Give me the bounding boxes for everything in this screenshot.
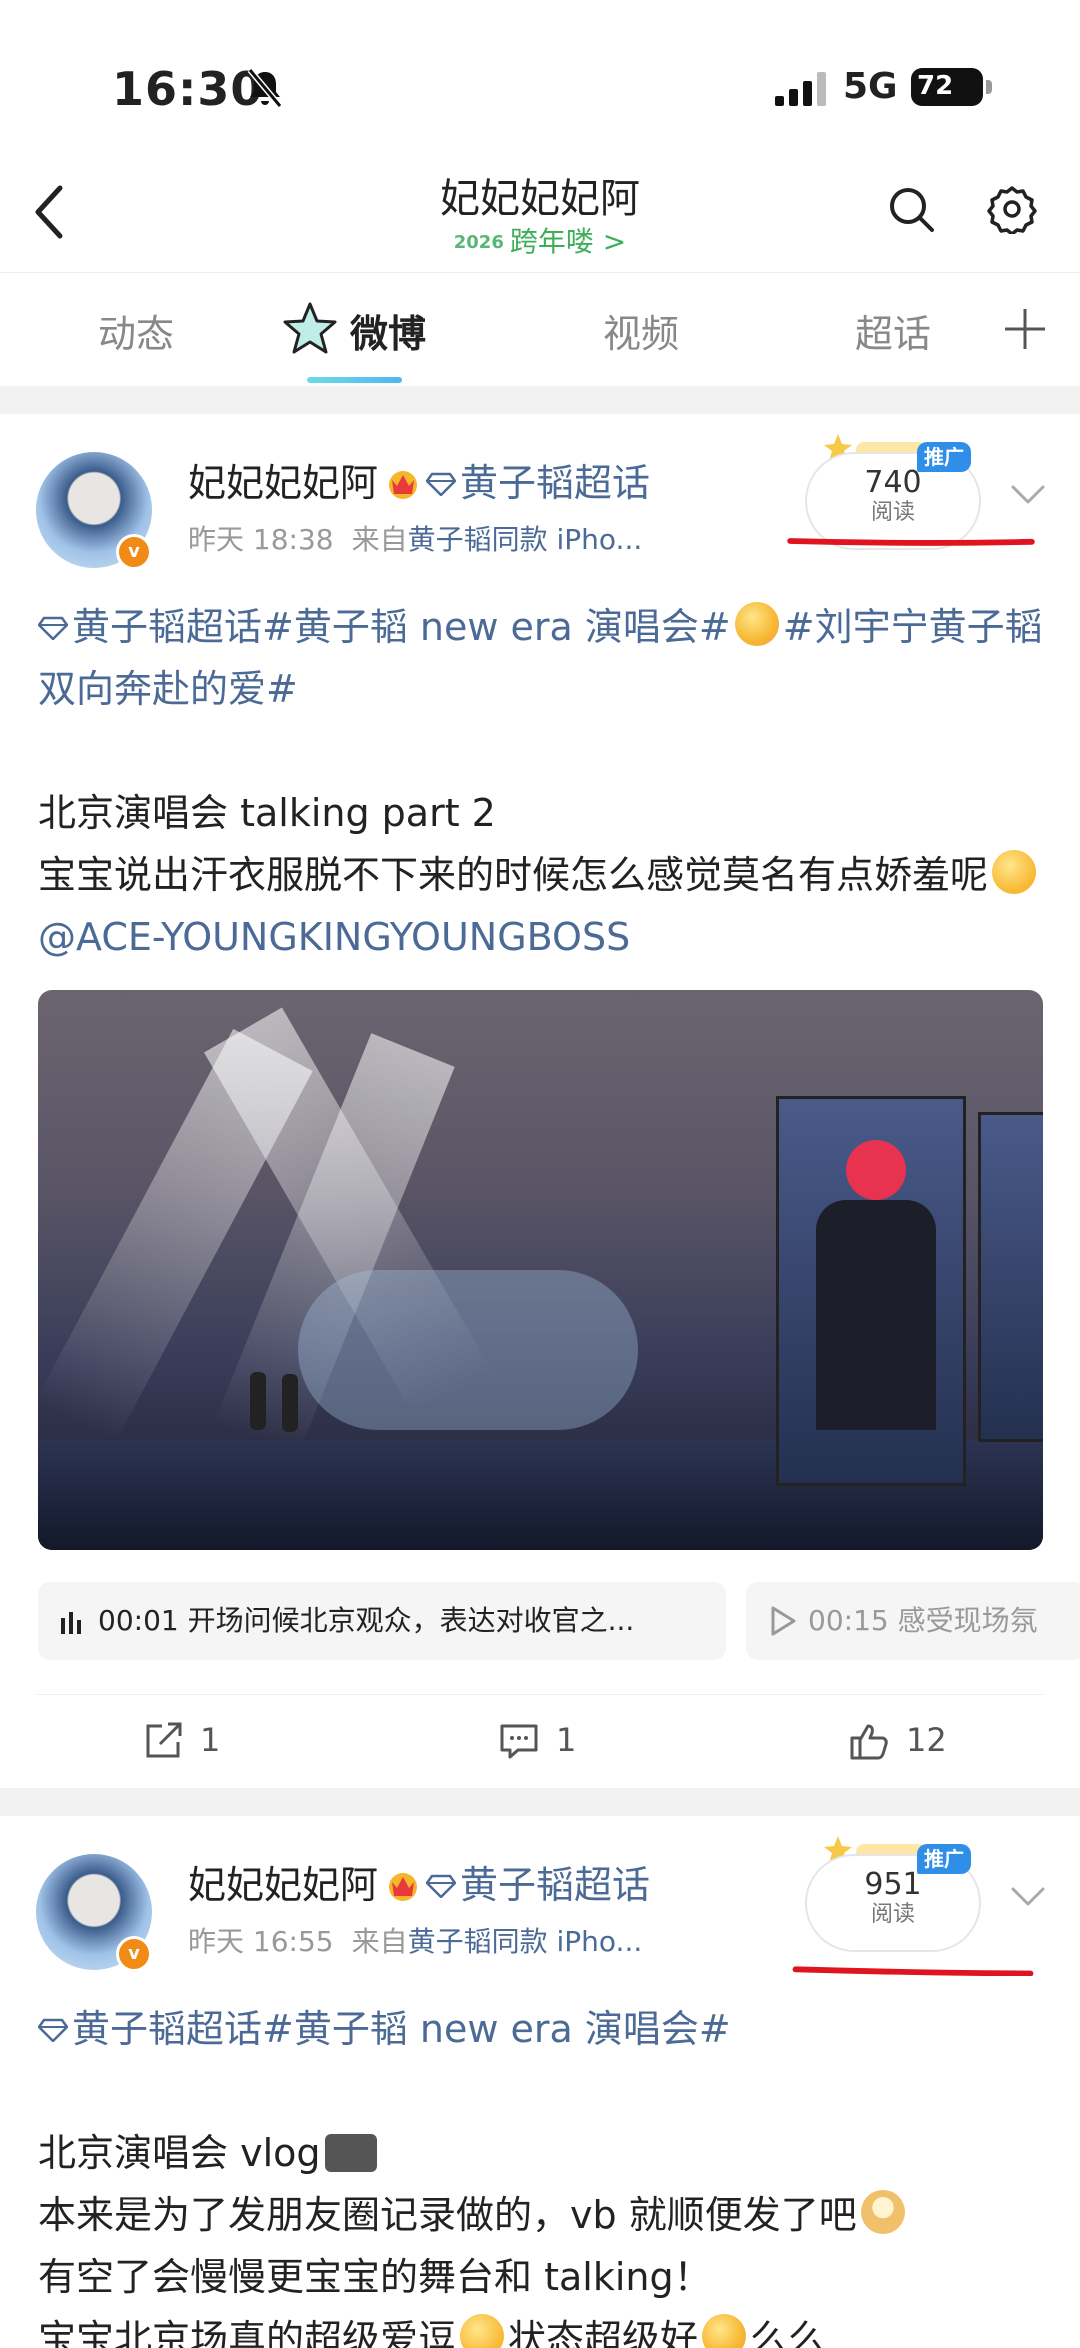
tab-weibo[interactable]: 微博 [350,303,426,358]
nav-bar: 妃妃妃妃阿 2026 跨年喽 > [0,160,1080,270]
verified-badge-icon: v [116,1936,152,1972]
post-line: 么么 [750,2317,827,2348]
promote-tag[interactable]: 推广 [917,442,971,472]
gear-icon[interactable] [987,184,1037,234]
repost-count: 1 [200,1721,221,1759]
audio-bars-icon [61,1612,81,1634]
stage-screen [978,1112,1043,1442]
dog-emoji-icon [860,2190,905,2234]
chapter-label: 00:01 开场问候北京观众，表达对收官之... [98,1604,635,1637]
share-icon [146,1722,182,1758]
post-meta: 昨天 18:38 来自黄子韬同款 iPho... [188,518,642,558]
chapter-item[interactable]: 00:15 感受现场氛 [746,1582,1080,1660]
crown-icon [389,1873,418,1901]
stage-smoke [298,1270,638,1430]
source-prefix: 来自 [351,523,408,556]
mention-link[interactable]: @ACE-YOUNGKINGYOUNGBOSS [38,915,630,959]
read-label: 阅读 [870,500,915,525]
post-source[interactable]: 黄子韬同款 iPho... [408,1925,643,1958]
divider [36,1694,1044,1695]
source-prefix: 来自 [351,1925,408,1958]
signal-icon [775,72,826,106]
active-tab-indicator [307,377,402,383]
battery-cap [986,80,992,94]
section-gap [0,386,1080,414]
red-annotation-stroke [787,538,1035,546]
super-topic-link[interactable]: 黄子韬超话 [460,461,650,505]
blushing-emoji-icon [702,2314,747,2348]
face-emoji-icon [460,2314,505,2348]
post-text: 黄子韬超话#黄子韬 new era 演唱会# 北京演唱会 vlog 本来是为了发… [38,1998,1048,2348]
post-line: 宝宝北京场真的超级爱逗 [38,2317,457,2348]
star-icon [283,302,337,354]
tab-super-topic[interactable]: 超话 [855,303,931,358]
performer-figure [282,1374,298,1432]
post-line: 本来是为了发朋友圈记录做的，vb 就顺便发了吧 [38,2193,857,2237]
screen-singer [846,1140,906,1200]
post-line: 北京演唱会 talking part 2 [38,791,496,835]
tab-bar: 动态 微博 视频 超话 [0,272,1080,385]
post-author[interactable]: 妃妃妃妃阿 黄子韬超话 [188,452,650,507]
chevron-down-icon[interactable] [1010,1886,1046,1908]
search-icon[interactable] [886,184,936,234]
promote-tag[interactable]: 推广 [917,1844,971,1874]
battery-icon: 72 [911,68,983,106]
video-thumbnail[interactable] [38,990,1043,1550]
post-meta: 昨天 16:55 来自黄子韬同款 iPho... [188,1920,642,1960]
status-bar: 16:30 5G 72 [0,0,1080,160]
section-gap [0,1788,1080,1816]
post-time: 昨天 16:55 [188,1925,334,1958]
chapter-label: 00:15 感受现场氛 [808,1604,1038,1637]
username: 妃妃妃妃阿 [188,1863,379,1907]
blushing-emoji-icon [734,602,779,646]
tab-video[interactable]: 视频 [603,303,679,358]
post-line: 状态超级好 [508,2317,699,2348]
play-icon [771,1606,796,1636]
post-card: v 妃妃妃妃阿 黄子韬超话 昨天 16:55 来自黄子韬同款 iPho... 951… [0,1816,1080,2348]
diamond-icon [38,616,68,640]
like-count: 12 [906,1721,947,1759]
diamond-icon [38,2018,68,2042]
chapter-item[interactable]: 00:01 开场问候北京观众，表达对收官之... [38,1582,726,1660]
screen-singer [816,1200,936,1430]
post-time: 昨天 18:38 [188,523,334,556]
camera-emoji-icon [324,2134,377,2172]
shy-face-emoji-icon [992,850,1037,894]
status-time: 16:30 [112,62,264,116]
read-label: 阅读 [870,1902,915,1927]
post-line: 宝宝说出汗衣服脱不下来的时候怎么感觉莫名有点娇羞呢 [38,853,989,897]
verified-badge-icon: v [116,534,152,570]
post-line: 有空了会慢慢更宝宝的舞台和 talking！ [38,2255,712,2299]
performer-figure [250,1372,266,1430]
post-card: v 妃妃妃妃阿 黄子韬超话 昨天 18:38 来自黄子韬同款 iPho... 740… [0,414,1080,1788]
post-source[interactable]: 黄子韬同款 iPho... [408,523,643,556]
post-text: 黄子韬超话#黄子韬 new era 演唱会# #刘宇宁黄子韬双向奔赴的爱# 北京演… [38,596,1048,968]
comment-icon [500,1724,538,1759]
battery-level: 72 [917,71,954,101]
chevron-down-icon[interactable] [1010,484,1046,506]
diamond-icon [426,1874,457,1898]
bell-muted-icon [247,68,283,108]
comment-count: 1 [556,1721,577,1759]
tab-dynamics[interactable]: 动态 [98,303,174,358]
thumbs-up-icon [850,1724,888,1760]
username: 妃妃妃妃阿 [188,461,379,505]
video-chapters: 00:01 开场问候北京观众，表达对收官之... 00:15 感受现场氛 [38,1582,1080,1660]
post-author[interactable]: 妃妃妃妃阿 黄子韬超话 [188,1854,650,1909]
topic-link[interactable]: 黄子韬超话#黄子韬 new era 演唱会# [72,2007,731,2051]
plus-icon[interactable] [1003,307,1047,351]
new-year-text: 跨年喽 > [509,225,627,258]
post-line: 北京演唱会 vlog [38,2131,321,2175]
year-badge: 2026 [453,232,504,253]
super-topic-link[interactable]: 黄子韬超话 [460,1863,650,1907]
crown-icon [389,471,418,499]
diamond-icon [426,472,457,496]
red-annotation-stroke [792,1966,1034,1976]
network-label: 5G [843,66,898,107]
topic-link[interactable]: 黄子韬超话#黄子韬 new era 演唱会# [72,605,731,649]
